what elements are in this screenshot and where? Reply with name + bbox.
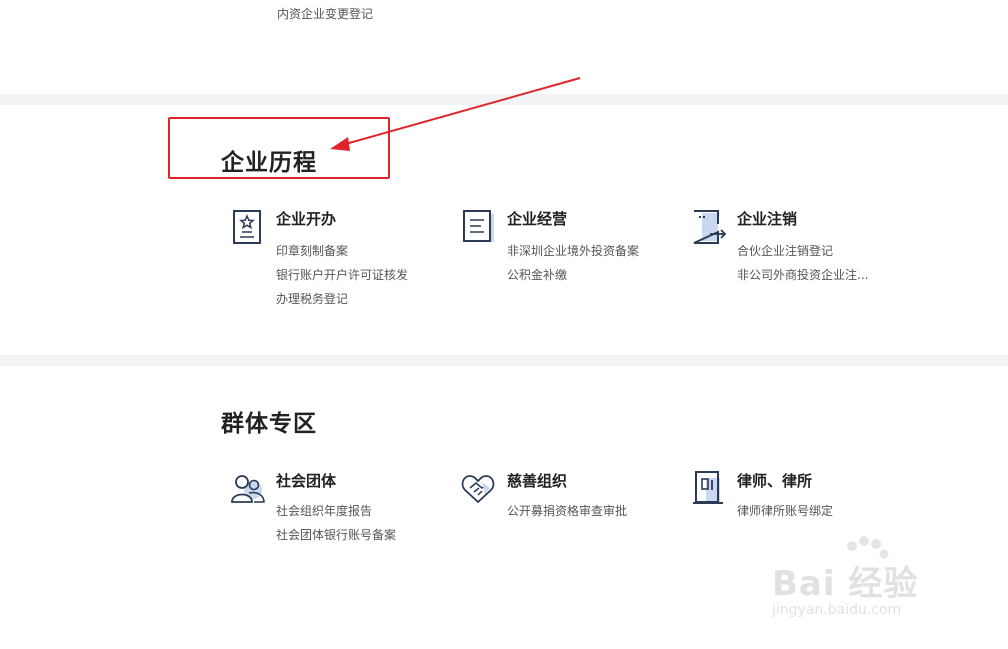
watermark: Bai 经验 jingyan.baidu.com	[772, 536, 972, 626]
watermark-url: jingyan.baidu.com	[772, 602, 902, 618]
watermark-brand: Bai 经验	[772, 564, 919, 604]
